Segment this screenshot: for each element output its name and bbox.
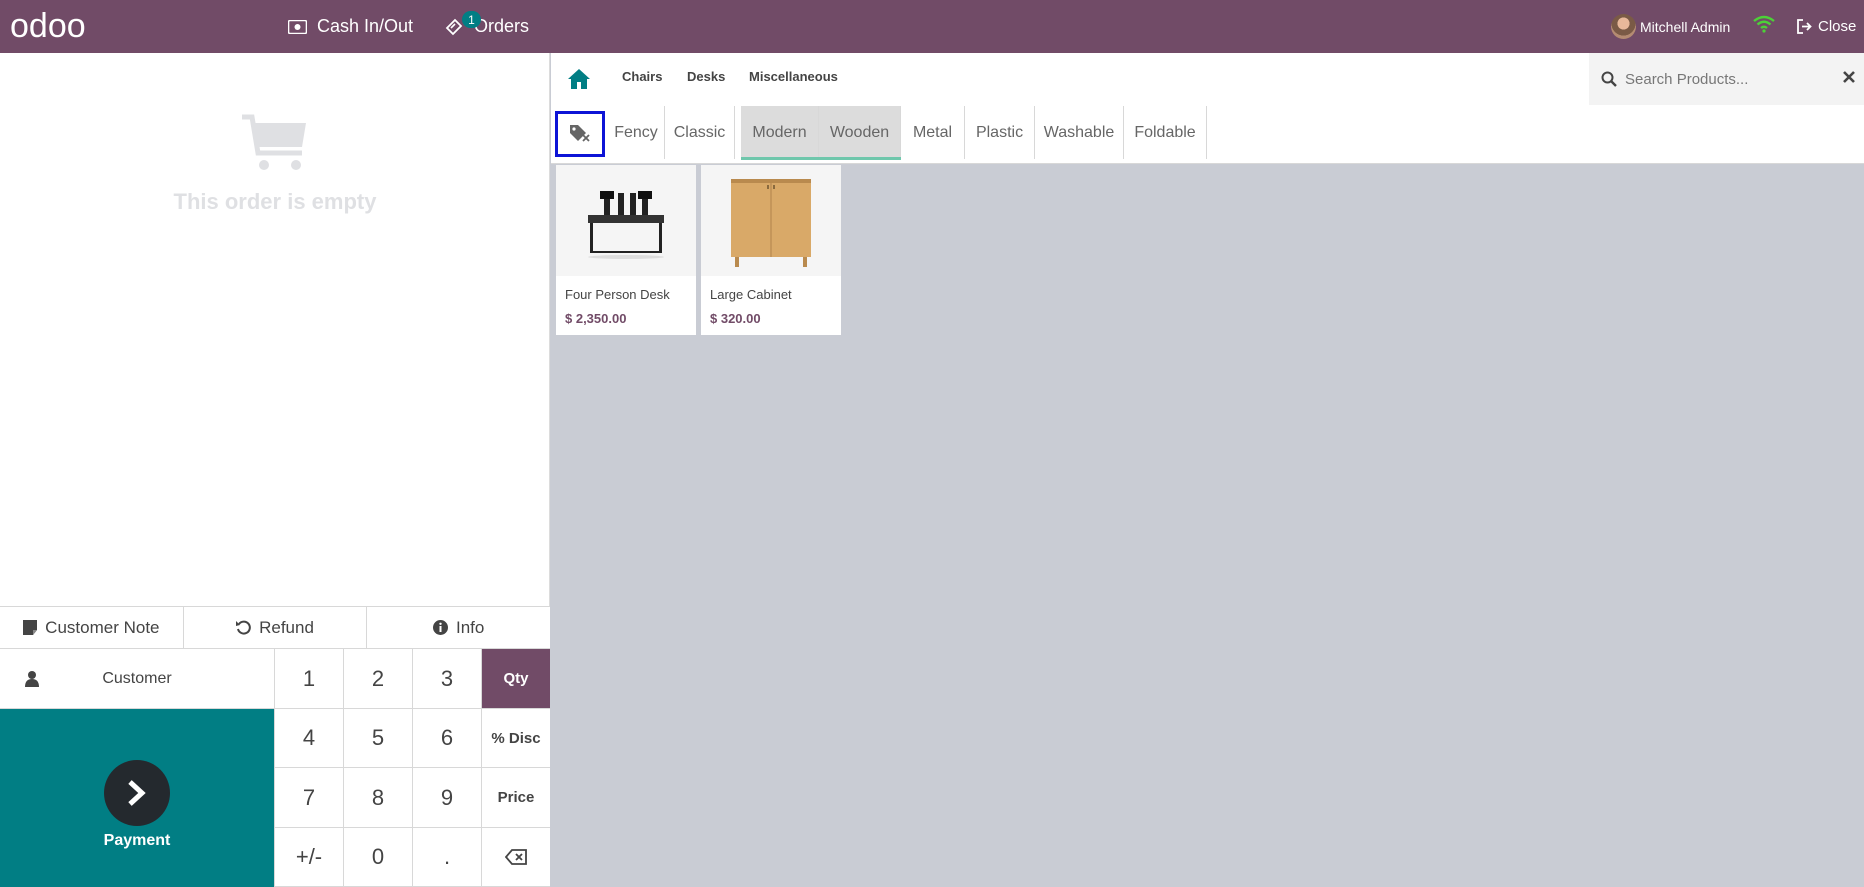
tag-fency[interactable]: Fency (608, 106, 665, 159)
svg-text:odoo: odoo (10, 8, 86, 44)
product-price: $ 320.00 (710, 311, 761, 326)
numpad: 1 2 3 Qty 4 5 6 % Disc 7 8 9 Price +/- 0… (274, 649, 550, 887)
numpad-key-0[interactable]: 0 (343, 828, 412, 887)
odoo-logo: odoo (10, 8, 86, 44)
numpad-key-5[interactable]: 5 (343, 709, 412, 768)
backspace-icon (505, 849, 527, 865)
numpad-key-3[interactable]: 3 (412, 649, 481, 709)
search-box (1589, 53, 1864, 105)
payment-button[interactable]: Payment (0, 709, 274, 887)
product-pane: Chairs Desks Miscellaneous Fency Classic… (551, 53, 1864, 887)
payment-label: Payment (103, 832, 171, 849)
payment-circle (104, 760, 170, 826)
numpad-key-8[interactable]: 8 (343, 768, 412, 828)
undo-icon (236, 620, 251, 635)
close-label: Close (1818, 18, 1857, 35)
product-card[interactable]: Four Person Desk $ 2,350.00 (556, 165, 696, 335)
cash-in-out-label: Cash In/Out (317, 16, 414, 36)
product-price: $ 2,350.00 (565, 311, 627, 326)
order-pane: This order is empty Customer Note Refund… (0, 53, 551, 887)
money-icon (288, 19, 307, 34)
search-icon (1601, 71, 1617, 87)
tag-remove-icon (570, 125, 590, 142)
empty-order-text: This order is empty (173, 189, 377, 214)
customer-note-button[interactable]: Customer Note (0, 607, 184, 648)
close-icon[interactable] (1842, 70, 1856, 84)
search-input[interactable] (1625, 70, 1825, 88)
note-icon (23, 620, 38, 635)
home-icon[interactable] (567, 68, 591, 90)
numpad-key-7[interactable]: 7 (274, 768, 343, 828)
category-bar: Chairs Desks Miscellaneous (551, 53, 1864, 105)
empty-order: This order is empty (0, 113, 550, 215)
tag-metal[interactable]: Metal (901, 106, 965, 159)
numpad-key-1[interactable]: 1 (274, 649, 343, 709)
customer-note-label: Customer Note (45, 617, 160, 637)
ticket-icon (445, 18, 463, 35)
chevron-right-icon (128, 780, 146, 806)
tag-foldable[interactable]: Foldable (1124, 106, 1207, 159)
category-desks[interactable]: Desks (687, 69, 725, 84)
tag-washable[interactable]: Washable (1035, 106, 1124, 159)
top-navbar: odoo Cash In/Out 1 Orders Mitchell Admin… (0, 0, 1864, 53)
refund-label: Refund (259, 617, 314, 637)
numpad-key-decimal[interactable]: . (412, 828, 481, 887)
numpad-key-4[interactable]: 4 (274, 709, 343, 768)
info-label: Info (456, 617, 485, 637)
tag-plastic[interactable]: Plastic (965, 106, 1035, 159)
numpad-key-plus-minus[interactable]: +/- (274, 828, 343, 887)
avatar (1611, 14, 1636, 39)
numpad-key-9[interactable]: 9 (412, 768, 481, 828)
orders-count-badge: 1 (462, 11, 481, 28)
cash-in-out-button[interactable]: Cash In/Out (288, 0, 413, 53)
wifi-icon (1753, 15, 1775, 33)
control-buttons: Customer Note Refund Info (0, 606, 551, 649)
customer-button[interactable]: Customer (0, 649, 274, 709)
product-name: Four Person Desk (565, 287, 670, 302)
tag-classic[interactable]: Classic (665, 106, 735, 159)
shopping-cart-icon (242, 114, 306, 170)
product-name: Large Cabinet (710, 287, 792, 302)
numpad-key-2[interactable]: 2 (343, 649, 412, 709)
close-button[interactable]: Close (1797, 0, 1856, 53)
category-chairs[interactable]: Chairs (622, 69, 662, 84)
user-name: Mitchell Admin (1640, 18, 1731, 35)
price-mode-button[interactable]: Price (481, 768, 550, 828)
refund-button[interactable]: Refund (183, 607, 368, 648)
orders-label: Orders (474, 16, 530, 36)
category-miscellaneous[interactable]: Miscellaneous (749, 69, 838, 84)
info-button[interactable]: Info (367, 607, 551, 648)
product-card[interactable]: Large Cabinet $ 320.00 (701, 165, 841, 335)
tag-modern[interactable]: Modern (741, 106, 819, 159)
clear-tags-button[interactable] (555, 111, 605, 157)
desk-image (556, 165, 696, 276)
active-tags-underline (741, 157, 901, 160)
sign-out-icon (1797, 19, 1812, 34)
cabinet-image (701, 165, 841, 276)
discount-mode-button[interactable]: % Disc (481, 709, 550, 768)
info-icon (433, 620, 448, 635)
backspace-button[interactable] (481, 828, 550, 887)
numpad-key-6[interactable]: 6 (412, 709, 481, 768)
tag-wooden[interactable]: Wooden (819, 106, 901, 159)
customer-label: Customer (102, 669, 172, 687)
user-menu[interactable]: Mitchell Admin (1611, 0, 1730, 53)
qty-mode-button[interactable]: Qty (481, 649, 550, 709)
orders-button[interactable]: 1 Orders (444, 0, 529, 53)
user-icon (25, 671, 39, 687)
